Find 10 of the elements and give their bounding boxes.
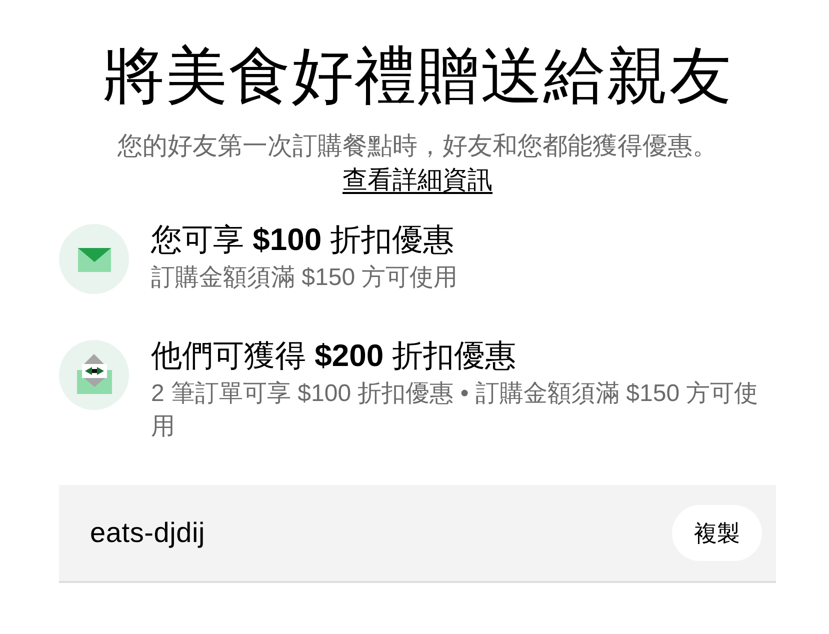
invite-code-field[interactable]: eats-djdij 複製: [59, 485, 776, 583]
subtitle-text: 您的好友第一次訂購餐點時，好友和您都能獲得優惠。: [116, 131, 718, 162]
copy-button[interactable]: 複製: [672, 505, 762, 561]
details-link[interactable]: 查看詳細資訊: [342, 164, 492, 196]
page-title: 將美食好禮贈送給親友: [102, 41, 734, 113]
offer-description: 訂購金額須滿 $150 方可使用: [151, 263, 458, 293]
offer-description: 2 筆訂單可享 $100 折扣優惠 • 訂購金額須滿 $150 方可使用: [151, 379, 760, 442]
invite-code-text: eats-djdij: [90, 517, 206, 549]
offer-title: 您可享 $100 折扣優惠: [151, 221, 456, 259]
offer-title: 他們可獲得 $200 折扣優惠: [151, 337, 518, 375]
